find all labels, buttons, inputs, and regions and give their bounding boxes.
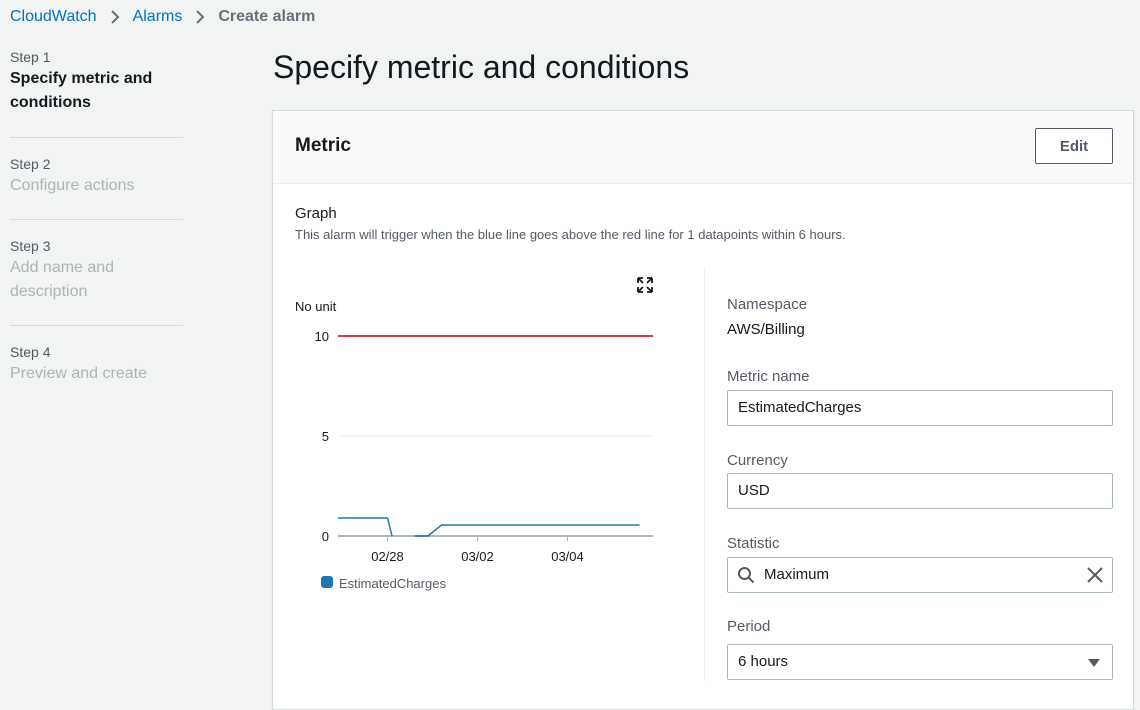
- y-tick-label: 10: [315, 329, 329, 344]
- currency-label: Currency: [727, 452, 788, 469]
- page-title: Specify metric and conditions: [273, 49, 690, 85]
- step-title: Specify metric and conditions: [10, 70, 153, 111]
- close-icon[interactable]: [1086, 566, 1104, 584]
- step-number: Step 4: [10, 344, 51, 360]
- step-4: Step 4 Preview and create: [10, 326, 183, 386]
- breadcrumb-current: Create alarm: [218, 8, 316, 25]
- statistic-value: Maximum: [764, 566, 830, 583]
- period-select[interactable]: 6 hours: [727, 644, 1113, 680]
- step-2: Step 2 Configure actions: [10, 138, 183, 220]
- panel-divider: [704, 269, 705, 681]
- metric-name-field[interactable]: EstimatedCharges: [727, 390, 1113, 426]
- statistic-select[interactable]: Maximum: [727, 557, 1113, 593]
- breadcrumb-cloudwatch-link[interactable]: CloudWatch: [10, 8, 97, 26]
- namespace-value: AWS/Billing: [727, 321, 805, 338]
- chevron-right-icon: [97, 9, 133, 25]
- period-value: 6 hours: [738, 653, 789, 670]
- wizard-steps: Step 1 Specify metric and conditions Ste…: [10, 46, 183, 386]
- series-line: [338, 517, 393, 537]
- metric-chart: No unit 0 5 10 02/28 03/02 03/04 EstimatedCharg…: [295, 277, 653, 591]
- step-number: Step 1: [10, 49, 51, 65]
- currency-field[interactable]: USD: [727, 473, 1113, 509]
- step-1: Step 1 Specify metric and conditions: [10, 46, 183, 138]
- statistic-label: Statistic: [727, 535, 780, 552]
- step-title: Add name and description: [10, 259, 115, 300]
- step-title: Configure actions: [10, 177, 135, 194]
- metric-name-label: Metric name: [727, 368, 810, 385]
- x-tick-label: 02/28: [371, 549, 404, 564]
- series-line: [414, 524, 640, 537]
- step-number: Step 3: [10, 238, 51, 254]
- caret-down-icon: [1088, 659, 1100, 667]
- chevron-right-icon: [182, 9, 218, 25]
- y-tick-label: 0: [322, 529, 329, 544]
- metric-panel: Metric Edit Graph This alarm will trigge…: [272, 110, 1134, 710]
- step-3: Step 3 Add name and description: [10, 220, 183, 326]
- legend-swatch: [321, 576, 333, 588]
- breadcrumb-alarms-link[interactable]: Alarms: [133, 8, 183, 26]
- x-tick-label: 03/02: [461, 549, 494, 564]
- search-icon: [738, 567, 755, 584]
- y-axis-label: No unit: [295, 299, 337, 314]
- edit-button[interactable]: Edit: [1035, 128, 1113, 164]
- y-tick-label: 5: [322, 429, 329, 444]
- period-label: Period: [727, 618, 771, 635]
- expand-icon[interactable]: [637, 277, 653, 293]
- legend-label: EstimatedCharges: [339, 576, 446, 591]
- namespace-label: Namespace: [727, 296, 808, 313]
- x-tick-label: 03/04: [551, 549, 584, 564]
- breadcrumb: CloudWatch Alarms Create alarm: [10, 6, 315, 28]
- step-title: Preview and create: [10, 365, 147, 382]
- step-number: Step 2: [10, 156, 51, 172]
